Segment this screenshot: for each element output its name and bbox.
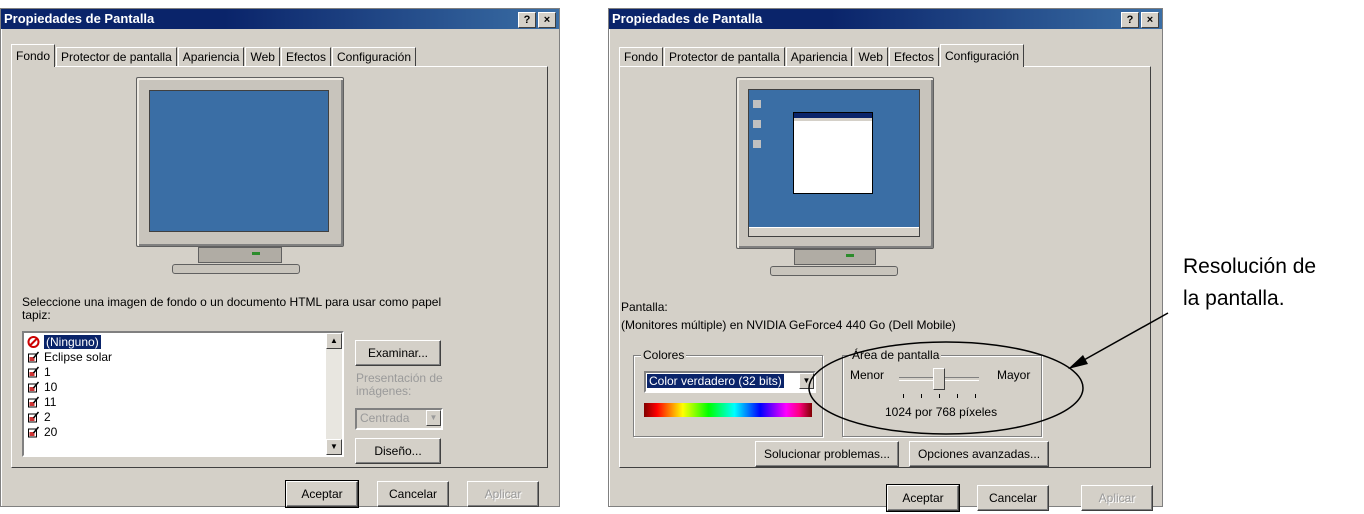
cancel-button[interactable]: Cancelar — [377, 481, 449, 507]
help-button[interactable]: ? — [518, 12, 536, 28]
desktop-preview — [748, 89, 920, 237]
display-label: Pantalla: — [621, 300, 668, 314]
dropdown-arrow-icon[interactable]: ▼ — [799, 373, 814, 389]
ok-button[interactable]: Aceptar — [886, 484, 960, 512]
tab-protector[interactable]: Protector de pantalla — [664, 47, 785, 67]
window-preview — [793, 112, 873, 194]
ok-button[interactable]: Aceptar — [285, 480, 359, 508]
list-item[interactable]: 10 — [24, 380, 342, 395]
colors-value: Color verdadero (32 bits) — [647, 374, 784, 388]
list-item[interactable]: 2 — [24, 410, 342, 425]
image-file-icon — [28, 411, 40, 423]
image-file-icon — [28, 351, 40, 363]
tab-apariencia[interactable]: Apariencia — [177, 47, 245, 67]
window-title: Propiedades de Pantalla — [612, 11, 763, 26]
apply-button: Aplicar — [1081, 485, 1153, 511]
colors-group-title: Colores — [641, 348, 687, 362]
image-file-icon — [28, 366, 40, 378]
resolution-value: 1024 por 768 píxeles — [885, 405, 998, 419]
tab-apariencia[interactable]: Apariencia — [785, 47, 853, 67]
wallpaper-list[interactable]: (Ninguno) Eclipse solar 1 10 11 2 20 ▲ ▼ — [22, 331, 344, 457]
list-scrollbar[interactable]: ▲ ▼ — [326, 333, 342, 455]
display-properties-dialog-left: Propiedades de Pantalla ? × Fondo Protec… — [0, 8, 560, 508]
desktop-preview — [149, 90, 329, 232]
close-button[interactable]: × — [538, 12, 556, 28]
list-item[interactable]: (Ninguno) — [24, 335, 342, 350]
image-file-icon — [28, 396, 40, 408]
list-item-label: (Ninguno) — [44, 335, 101, 349]
close-button[interactable]: × — [1141, 12, 1159, 28]
annotation-line-2: la pantalla. — [1183, 287, 1285, 310]
title-bar: Propiedades de Pantalla ? × — [1, 9, 559, 29]
resolution-slider-thumb[interactable] — [933, 368, 945, 390]
tab-strip: Fondo Protector de pantalla Apariencia W… — [11, 44, 417, 67]
tab-configuracion[interactable]: Configuración — [331, 47, 417, 67]
tab-configuracion[interactable]: Configuración — [939, 44, 1025, 67]
presentation-value: Centrada — [360, 411, 410, 425]
tab-fondo[interactable]: Fondo — [11, 44, 56, 67]
tab-strip: Fondo Protector de pantalla Apariencia W… — [619, 44, 1025, 67]
image-file-icon — [28, 426, 40, 438]
title-bar: Propiedades de Pantalla ? × — [609, 9, 1162, 29]
scroll-down-icon[interactable]: ▼ — [326, 439, 342, 455]
dropdown-arrow-icon: ▼ — [426, 410, 441, 426]
screen-area-group-title: Área de pantalla — [850, 348, 942, 362]
list-item[interactable]: 11 — [24, 395, 342, 410]
browse-button[interactable]: Examinar... — [355, 340, 441, 366]
display-value: (Monitores múltiple) en NVIDIA GeForce4 … — [621, 318, 956, 332]
taskbar-preview — [749, 227, 919, 236]
list-item-label: 11 — [44, 395, 57, 409]
more-label: Mayor — [997, 368, 1031, 382]
list-item-label: Eclipse solar — [44, 350, 113, 364]
presentation-select: Centrada ▼ — [355, 408, 443, 430]
troubleshoot-button[interactable]: Solucionar problemas... — [755, 441, 899, 467]
tab-fondo[interactable]: Fondo — [619, 47, 664, 67]
colors-select[interactable]: Color verdadero (32 bits) ▼ — [644, 371, 816, 393]
tab-efectos[interactable]: Efectos — [888, 47, 939, 67]
screen-area-group: Área de pantalla Menor Mayor 1024 por 76… — [842, 348, 1042, 437]
tab-web[interactable]: Web — [853, 47, 888, 67]
color-spectrum-bar — [644, 403, 812, 417]
image-file-icon — [28, 381, 40, 393]
annotation-line-1: Resolución de — [1183, 255, 1317, 278]
list-item-label: 10 — [44, 380, 58, 394]
wallpaper-label: Seleccione una imagen de fondo o un docu… — [22, 295, 442, 322]
list-item[interactable]: 20 — [24, 425, 342, 440]
less-label: Menor — [850, 368, 885, 382]
colors-group: Colores Color verdadero (32 bits) ▼ — [633, 348, 823, 437]
help-button[interactable]: ? — [1121, 12, 1139, 28]
tab-efectos[interactable]: Efectos — [280, 47, 331, 67]
list-item-label: 20 — [44, 425, 58, 439]
presentation-label: Presentación de imágenes: — [356, 371, 443, 398]
window-title: Propiedades de Pantalla — [4, 11, 155, 26]
advanced-button[interactable]: Opciones avanzadas... — [909, 441, 1049, 467]
list-item[interactable]: Eclipse solar — [24, 350, 342, 365]
display-properties-dialog-right: Propiedades de Pantalla ? × Fondo Protec… — [608, 8, 1163, 512]
design-button[interactable]: Diseño... — [355, 438, 441, 464]
tab-web[interactable]: Web — [245, 47, 280, 67]
apply-button: Aplicar — [467, 481, 539, 507]
scroll-up-icon[interactable]: ▲ — [326, 333, 342, 349]
slider-ticks — [903, 394, 979, 398]
list-item-label: 2 — [44, 410, 51, 424]
cancel-button[interactable]: Cancelar — [977, 485, 1049, 511]
tab-protector[interactable]: Protector de pantalla — [56, 47, 177, 67]
none-icon — [27, 336, 40, 348]
list-item-label: 1 — [44, 365, 51, 379]
list-item[interactable]: 1 — [24, 365, 342, 380]
